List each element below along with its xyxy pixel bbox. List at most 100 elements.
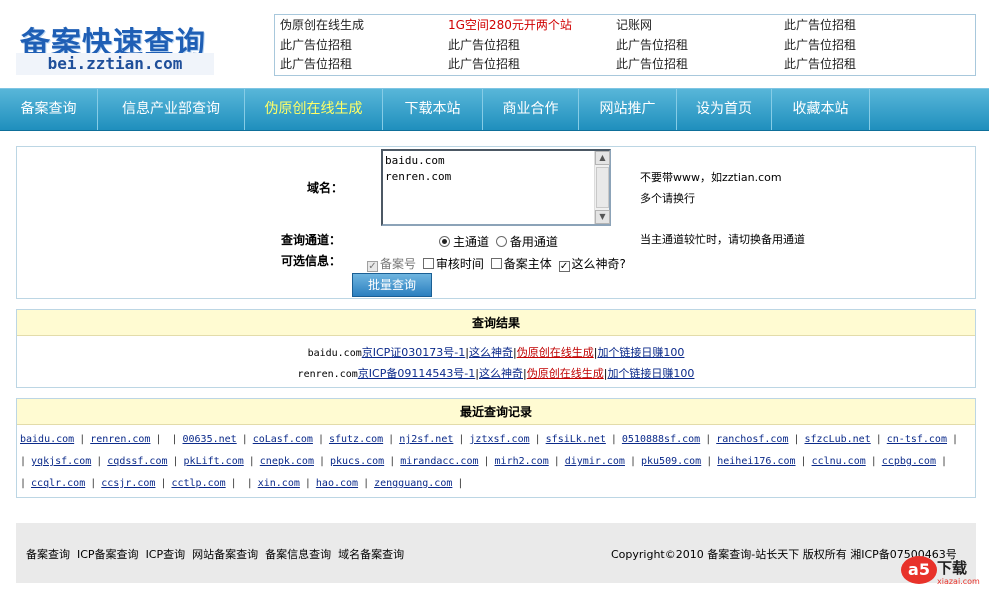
- ad-link[interactable]: 此广告位招租: [448, 36, 616, 56]
- recent-domain-link[interactable]: cctlp.com: [171, 478, 225, 489]
- magic-link[interactable]: 这么神奇: [469, 346, 513, 359]
- recent-domain-link[interactable]: pkLift.com: [184, 456, 244, 467]
- recent-domain-link[interactable]: hao.com: [316, 478, 358, 489]
- checkbox-review-time-label: 审核时间: [435, 257, 484, 271]
- recent-domain-link[interactable]: pku509.com: [641, 456, 701, 467]
- recent-domain-link[interactable]: pkucs.com: [330, 456, 384, 467]
- ad-link[interactable]: 伪原创在线生成: [280, 16, 448, 36]
- recent-domain-link[interactable]: mirandacc.com: [400, 456, 478, 467]
- footer-link[interactable]: ICP备案查询: [77, 548, 139, 561]
- ad-link[interactable]: 记账网: [616, 16, 784, 36]
- recent-domain-link[interactable]: xin.com: [258, 478, 300, 489]
- nav-item[interactable]: 伪原创在线生成: [245, 89, 383, 130]
- recent-domain-link[interactable]: baidu.com: [20, 434, 74, 445]
- recent-domain-link[interactable]: renren.com: [90, 434, 150, 445]
- magic-link[interactable]: 这么神奇: [479, 367, 523, 380]
- recent-domain-link[interactable]: cnepk.com: [260, 456, 314, 467]
- footer-link[interactable]: 备案查询: [26, 548, 70, 561]
- icp-number-link[interactable]: 京ICP备09114543号-1: [358, 367, 476, 380]
- a5-download-watermark: a5 下载 xiazai.com: [899, 553, 989, 589]
- footer-link[interactable]: 网站备案查询: [192, 548, 258, 561]
- recent-domain-link[interactable]: 0510888sf.com: [622, 434, 700, 445]
- channel-label: 查询通道：: [281, 233, 342, 247]
- footer-links: 备案查询 ICP备案查询 ICP查询 网站备案查询 备案信息查询 域名备案查询: [26, 546, 411, 562]
- ad-link[interactable]: 此广告位招租: [280, 36, 448, 56]
- recent-domain-link[interactable]: ccqlr.com: [31, 478, 85, 489]
- options-checkbox-group: ✓ 备案号 审核时间 备案主体 ✓ 这么神奇?: [367, 255, 626, 272]
- nav-item[interactable]: 商业合作: [483, 89, 579, 130]
- checkbox-icp[interactable]: ✓: [367, 261, 378, 272]
- recent-domain-link[interactable]: sfutz.com: [329, 434, 383, 445]
- scroll-thumb[interactable]: [596, 167, 609, 208]
- footer-link[interactable]: ICP查询: [146, 548, 186, 561]
- nav-item[interactable]: 备案查询: [0, 89, 98, 130]
- earn-link[interactable]: 加个链接日赚100: [607, 367, 694, 380]
- recent-domain-link[interactable]: cclnu.com: [812, 456, 866, 467]
- recent-separator: |: [363, 478, 370, 489]
- site-logo[interactable]: 备案快速查询 bei.zztian.com: [16, 12, 216, 76]
- earn-link[interactable]: 加个链接日赚100: [597, 346, 684, 359]
- recent-domain-link[interactable]: diymir.com: [565, 456, 625, 467]
- checkbox-magic[interactable]: ✓: [558, 261, 570, 272]
- recent-separator: |: [951, 434, 959, 445]
- ad-link[interactable]: 此广告位招租: [448, 55, 616, 75]
- recent-domain-link[interactable]: jztxsf.com: [469, 434, 529, 445]
- ad-link[interactable]: 此广告位招租: [616, 36, 784, 56]
- checkbox-icp-label: 备案号: [380, 257, 417, 271]
- scroll-up-icon[interactable]: ▲: [595, 151, 610, 165]
- ad-link[interactable]: 此广告位招租: [784, 36, 952, 56]
- checkbox-review-time[interactable]: [422, 258, 434, 269]
- domain-label: 域名：: [307, 181, 344, 195]
- pseudo-original-link[interactable]: 伪原创在线生成: [517, 346, 594, 359]
- ad-grid: 伪原创在线生成 1G空间280元开两个站 记账网 此广告位招租 此广告位招租 此广告位招租…: [274, 14, 976, 76]
- ad-link[interactable]: 此广告位招租: [784, 55, 952, 75]
- ad-link[interactable]: 此广告位招租: [616, 55, 784, 75]
- radio-backup-label: 备用通道: [509, 235, 558, 249]
- recent-domain-link[interactable]: nj2sf.net: [399, 434, 453, 445]
- recent-domain-link[interactable]: zengguang.com: [374, 478, 452, 489]
- domain-textarea[interactable]: [381, 149, 611, 226]
- nav-item[interactable]: 收藏本站: [772, 89, 870, 130]
- nav-item[interactable]: 网站推广: [579, 89, 677, 130]
- recent-domain-link[interactable]: mirh2.com: [495, 456, 549, 467]
- scroll-down-icon[interactable]: ▼: [595, 210, 610, 224]
- recent-separator: |: [388, 434, 395, 445]
- checkbox-owner[interactable]: [490, 258, 502, 269]
- footer-link[interactable]: 域名备案查询: [338, 548, 404, 561]
- recent-domain-link[interactable]: ranchosf.com: [716, 434, 788, 445]
- footer-link[interactable]: 备案信息查询: [265, 548, 331, 561]
- pseudo-original-link[interactable]: 伪原创在线生成: [527, 367, 604, 380]
- ad-link[interactable]: 此广告位招租: [784, 16, 952, 36]
- recent-domain-link[interactable]: coLasf.com: [253, 434, 313, 445]
- nav-item[interactable]: 下载本站: [383, 89, 483, 130]
- footer: 备案查询 ICP备案查询 ICP查询 网站备案查询 备案信息查询 域名备案查询 Copyr…: [16, 523, 976, 583]
- radio-backup-channel[interactable]: [495, 236, 507, 247]
- nav-item[interactable]: 设为首页: [677, 89, 772, 130]
- ad-link[interactable]: 1G空间280元开两个站: [448, 16, 616, 36]
- recent-domain-link[interactable]: yqkjsf.com: [31, 456, 91, 467]
- icp-number-link[interactable]: 京ICP证030173号-1: [362, 346, 466, 359]
- recent-line: | ccqlr.com | ccsjr.com | cctlp.com | | xin.com |…: [20, 473, 975, 495]
- textarea-scrollbar[interactable]: ▲ ▼: [594, 151, 610, 224]
- recent-separator: |: [96, 456, 103, 467]
- recent-domain-link[interactable]: sfsiLk.net: [546, 434, 606, 445]
- ad-row: 此广告位招租 此广告位招租 此广告位招租 此广告位招租: [280, 55, 975, 75]
- main-nav: 备案查询 信息产业部查询 伪原创在线生成 下载本站 商业合作 网站推广 设为首页 收藏本站: [0, 88, 989, 131]
- ad-link[interactable]: 此广告位招租: [280, 55, 448, 75]
- domain-note: 不要带www，如zztian.com: [640, 171, 782, 184]
- recent-domain-link[interactable]: heihei176.com: [717, 456, 795, 467]
- batch-query-button[interactable]: 批量查询: [352, 273, 432, 297]
- recent-domain-link[interactable]: 00635.net: [183, 434, 237, 445]
- nav-item[interactable]: 信息产业部查询: [98, 89, 245, 130]
- result-domain: baidu.com: [307, 348, 362, 359]
- recent-domain-link[interactable]: cn-tsf.com: [887, 434, 947, 445]
- recent-domain-link[interactable]: sfzcLub.net: [805, 434, 871, 445]
- recent-domain-link[interactable]: ccsjr.com: [101, 478, 155, 489]
- recent-panel: 最近查询记录 baidu.com | renren.com | | 00635.net | c…: [16, 398, 976, 498]
- recent-separator: |: [90, 478, 97, 489]
- watermark-sub: xiazai.com: [937, 577, 980, 586]
- options-label: 可选信息：: [281, 254, 342, 268]
- recent-domain-link[interactable]: ccpbg.com: [882, 456, 936, 467]
- radio-main-channel[interactable]: [439, 236, 450, 247]
- recent-domain-link[interactable]: cqdssf.com: [107, 456, 167, 467]
